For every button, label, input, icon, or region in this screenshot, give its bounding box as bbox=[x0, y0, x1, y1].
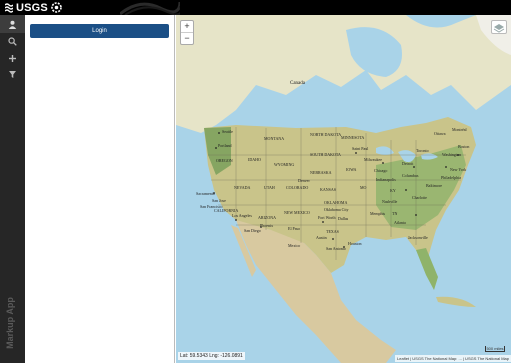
map-label-idaho: IDAHO bbox=[248, 157, 261, 162]
side-panel: Login bbox=[25, 15, 175, 363]
filter-icon[interactable] bbox=[6, 68, 19, 81]
map-label-toronto: Toronto bbox=[416, 148, 429, 153]
usgs-logo[interactable]: USGS bbox=[5, 1, 62, 14]
map-label-phoenix: Phoenix bbox=[260, 223, 274, 228]
map-label-seattle: Seattle bbox=[222, 129, 233, 134]
map-label-iowa: IOWA bbox=[346, 167, 357, 172]
top-bar: USGS bbox=[0, 0, 511, 15]
map-label-north-dakota: NORTH DAKOTA bbox=[310, 132, 342, 137]
search-icon[interactable] bbox=[6, 35, 19, 48]
map-label-sacramento: Sacramento bbox=[196, 191, 215, 196]
map-label-missouri: MO bbox=[360, 185, 367, 190]
map-label-new-york: New York bbox=[450, 167, 467, 172]
map-label-columbus: Columbus bbox=[402, 173, 419, 178]
map-label-montreal: Montréal bbox=[452, 127, 467, 132]
header-wave-decoration bbox=[120, 1, 180, 15]
map-label-ottawa: Ottawa bbox=[434, 131, 446, 136]
basemap bbox=[176, 15, 511, 363]
map-label-utah: UTAH bbox=[264, 185, 275, 190]
map-label-san-jose: San Jose bbox=[212, 198, 226, 203]
map-label-austin: Austin bbox=[316, 235, 327, 240]
map-label-dallas: Dallas bbox=[338, 216, 349, 221]
map-label-washington: Washington bbox=[442, 152, 462, 157]
map-label-wyoming: WYOMING bbox=[274, 162, 295, 167]
map-label-arizona: ARIZONA bbox=[258, 215, 276, 220]
map-label-kansas: KANSAS bbox=[320, 187, 337, 192]
map-label-indianapolis: Indianapolis bbox=[376, 177, 396, 182]
map-label-tennessee: TN bbox=[392, 211, 398, 216]
zoom-control: + − bbox=[180, 20, 194, 45]
map-label-south-dakota: SOUTH DAKOTA bbox=[310, 152, 341, 157]
map-label-baltimore: Baltimore bbox=[426, 183, 442, 188]
map-label-jacksonville: Jacksonville bbox=[408, 235, 428, 240]
map-label-denver: Denver bbox=[298, 178, 310, 183]
scale-bar: 500 miles bbox=[485, 346, 505, 352]
map-label-oklahoma: OKLAHOMA bbox=[324, 200, 348, 205]
user-icon[interactable] bbox=[6, 18, 19, 31]
logo-text: USGS bbox=[16, 1, 48, 14]
map-label-philadelphia: Philadelphia bbox=[441, 175, 461, 180]
map-label-charlotte: Charlotte bbox=[412, 195, 427, 200]
coordinate-readout: Lat: 59.5343 Lng: -126.0891 bbox=[178, 352, 245, 360]
map-label-milwaukee: Milwaukee bbox=[364, 157, 382, 162]
usgs-wave-icon bbox=[5, 2, 13, 13]
map-attribution[interactable]: Leaflet | USGS The National Map: ... | U… bbox=[395, 355, 511, 362]
login-button[interactable]: Login bbox=[30, 24, 169, 38]
map-view[interactable]: Canada Seattle Portland OREGON IDAHO MON… bbox=[176, 15, 511, 363]
map-label-san-antonio: San Antonio bbox=[326, 246, 346, 251]
map-label-houston: Houston bbox=[348, 241, 362, 246]
app-name-label: Markup App bbox=[5, 297, 15, 349]
map-label-nebraska: NEBRASKA bbox=[310, 170, 332, 175]
map-label-saint-paul: Saint Paul bbox=[352, 146, 369, 151]
zoom-out-button[interactable]: − bbox=[181, 33, 193, 44]
map-label-montana: MONTANA bbox=[264, 136, 285, 141]
map-label-detroit: Detroit bbox=[402, 161, 414, 166]
add-icon[interactable] bbox=[6, 52, 19, 65]
layers-button[interactable] bbox=[491, 20, 507, 34]
map-label-oklahoma-city: Oklahoma City bbox=[324, 207, 349, 212]
map-label-el-paso: El Paso bbox=[288, 226, 301, 231]
map-label-boston: Boston bbox=[458, 144, 470, 149]
map-label-nashville: Nashville bbox=[382, 199, 398, 204]
map-label-san-diego: San Diego bbox=[244, 228, 261, 233]
gear-icon[interactable] bbox=[51, 2, 62, 13]
map-label-oregon: OREGON bbox=[216, 158, 233, 163]
map-label-new-mexico: NEW MEXICO bbox=[284, 210, 310, 215]
map-label-fort-worth: Fort Worth bbox=[318, 215, 336, 220]
map-label-colorado: COLORADO bbox=[286, 185, 309, 190]
map-label-canada: Canada bbox=[290, 81, 305, 86]
layers-icon bbox=[493, 24, 505, 33]
map-label-texas: TEXAS bbox=[326, 229, 339, 234]
map-label-chicago: Chicago bbox=[374, 168, 388, 173]
map-label-portland: Portland bbox=[218, 143, 232, 148]
map-label-kentucky: KY bbox=[390, 188, 396, 193]
map-label-nevada: NEVADA bbox=[234, 185, 251, 190]
zoom-in-button[interactable]: + bbox=[181, 21, 193, 33]
map-label-minnesota: MINNESOTA bbox=[341, 135, 365, 140]
map-label-los-angeles: Los Angeles bbox=[232, 213, 252, 218]
map-label-atlanta: Atlanta bbox=[394, 220, 406, 225]
map-label-memphis: Memphis bbox=[370, 211, 386, 216]
map-label-mexico: Mexico bbox=[288, 243, 301, 248]
